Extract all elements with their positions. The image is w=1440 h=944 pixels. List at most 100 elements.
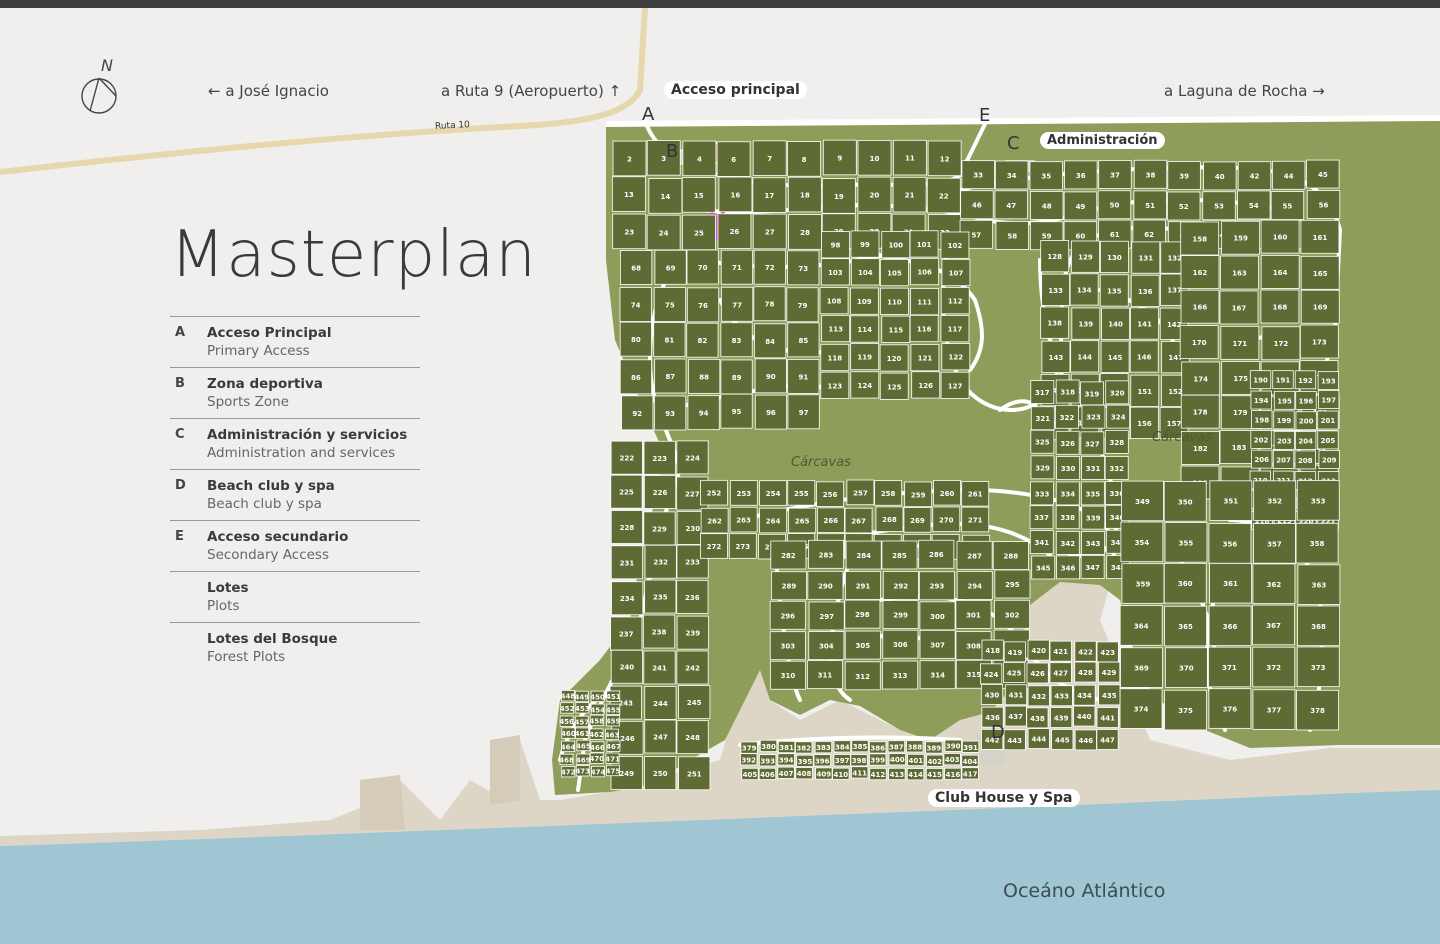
plot-number: 4 bbox=[697, 155, 702, 163]
plot: 418 bbox=[981, 639, 1004, 661]
plot: 118 bbox=[820, 343, 850, 372]
plot-number: 270 bbox=[939, 516, 954, 524]
plot-number: 456 bbox=[559, 718, 574, 726]
plot-number: 60 bbox=[1075, 233, 1085, 241]
plot: 197 bbox=[1318, 390, 1340, 409]
plot: 28 bbox=[788, 214, 822, 250]
plot: 463 bbox=[605, 728, 619, 741]
plot: 35 bbox=[1029, 161, 1063, 191]
plot-number: 405 bbox=[743, 771, 758, 779]
plot: 229 bbox=[643, 511, 676, 546]
plot-number: 89 bbox=[732, 374, 742, 382]
plot-number: 209 bbox=[1322, 457, 1337, 465]
plot-number: 331 bbox=[1086, 465, 1101, 473]
plot-number: 313 bbox=[893, 672, 908, 680]
plot: 10 bbox=[857, 140, 892, 176]
plot: 462 bbox=[589, 728, 604, 740]
plot-number: 249 bbox=[619, 770, 634, 778]
plot: 225 bbox=[610, 474, 643, 509]
plot: 429 bbox=[1098, 661, 1121, 683]
plot: 337 bbox=[1029, 505, 1054, 530]
plot: 326 bbox=[1055, 430, 1080, 455]
plot: 296 bbox=[769, 600, 806, 630]
plot-number: 381 bbox=[779, 744, 794, 752]
plot-number: 44 bbox=[1284, 172, 1294, 180]
plot: 173 bbox=[1299, 324, 1339, 359]
plot-number: 430 bbox=[985, 691, 1000, 699]
plot-number: 48 bbox=[1042, 202, 1052, 210]
plot: 26 bbox=[717, 213, 752, 249]
legend-item: E Acceso secundario Secondary Access bbox=[170, 520, 420, 571]
plot-number: 39 bbox=[1179, 173, 1189, 181]
plot-number: 387 bbox=[889, 743, 904, 751]
plot-number: 305 bbox=[855, 642, 870, 650]
plot-number: 352 bbox=[1267, 498, 1282, 506]
plot-number: 24 bbox=[659, 230, 669, 238]
plot: 345 bbox=[1031, 555, 1056, 580]
plot-number: 160 bbox=[1273, 234, 1288, 242]
plot-number: 258 bbox=[881, 490, 896, 498]
plot-number: 345 bbox=[1036, 565, 1051, 573]
plot-number: 111 bbox=[917, 299, 932, 307]
plot-number: 371 bbox=[1222, 664, 1237, 672]
plot-number: 418 bbox=[985, 647, 1000, 655]
plot: 310 bbox=[770, 660, 806, 690]
plot: 203 bbox=[1273, 430, 1295, 450]
plot-number: 378 bbox=[1310, 707, 1325, 715]
plot: 167 bbox=[1219, 290, 1259, 325]
plot-number: 259 bbox=[911, 491, 926, 499]
plot-number: 236 bbox=[685, 594, 700, 602]
plot-number: 403 bbox=[945, 756, 960, 764]
plot-number: 339 bbox=[1086, 515, 1101, 523]
plot: 443 bbox=[1003, 729, 1026, 751]
plot-number: 343 bbox=[1086, 540, 1101, 548]
plot: 452 bbox=[560, 702, 575, 714]
plot-number: 354 bbox=[1135, 539, 1150, 547]
plot-number: 9 bbox=[837, 154, 842, 162]
plot-number: 399 bbox=[870, 757, 885, 765]
plot: 393 bbox=[759, 754, 777, 767]
plot: 256 bbox=[816, 481, 845, 507]
plot-number: 175 bbox=[1233, 375, 1248, 383]
plot-number: 369 bbox=[1134, 665, 1149, 673]
plot: 71 bbox=[720, 249, 753, 285]
plot-number: 400 bbox=[890, 756, 905, 764]
plot-number: 337 bbox=[1034, 514, 1049, 522]
plot: 123 bbox=[820, 371, 850, 399]
plot: 381 bbox=[777, 740, 796, 754]
legend-item: C Administración y servicios Administratio… bbox=[170, 418, 420, 469]
plot-number: 157 bbox=[1167, 420, 1182, 428]
plot: 251 bbox=[678, 756, 711, 791]
plot: 120 bbox=[879, 344, 909, 372]
plot: 370 bbox=[1164, 647, 1208, 688]
plot: 138 bbox=[1040, 306, 1070, 339]
plot: 170 bbox=[1179, 325, 1219, 360]
plot-number: 47 bbox=[1006, 202, 1016, 210]
plot-number: 425 bbox=[1007, 669, 1022, 677]
plot-number: 301 bbox=[966, 611, 981, 619]
plot-number: 114 bbox=[857, 326, 872, 334]
plot-number: 121 bbox=[918, 355, 933, 363]
plot-number: 193 bbox=[1321, 378, 1336, 386]
plot-number: 77 bbox=[732, 301, 742, 309]
plot-number: 431 bbox=[1009, 692, 1024, 700]
plot-number: 122 bbox=[948, 354, 963, 362]
plot: 349 bbox=[1121, 480, 1164, 522]
plot: 467 bbox=[606, 740, 621, 752]
plot: 290 bbox=[807, 570, 844, 600]
plot: 96 bbox=[754, 394, 788, 430]
plot: 288 bbox=[992, 541, 1029, 570]
plot-number: 242 bbox=[685, 664, 700, 672]
plot: 328 bbox=[1104, 429, 1129, 454]
plot-number: 454 bbox=[590, 706, 605, 714]
plot-number: 23 bbox=[624, 228, 634, 236]
plot: 430 bbox=[980, 684, 1004, 705]
dune-left bbox=[490, 735, 520, 805]
plot-number: 251 bbox=[687, 770, 702, 778]
plot: 466 bbox=[590, 741, 605, 753]
plot: 330 bbox=[1056, 456, 1081, 480]
plot-number: 402 bbox=[927, 758, 942, 766]
plot: 7 bbox=[752, 140, 787, 176]
plot-number: 461 bbox=[575, 730, 590, 738]
plot-number: 255 bbox=[794, 490, 809, 498]
